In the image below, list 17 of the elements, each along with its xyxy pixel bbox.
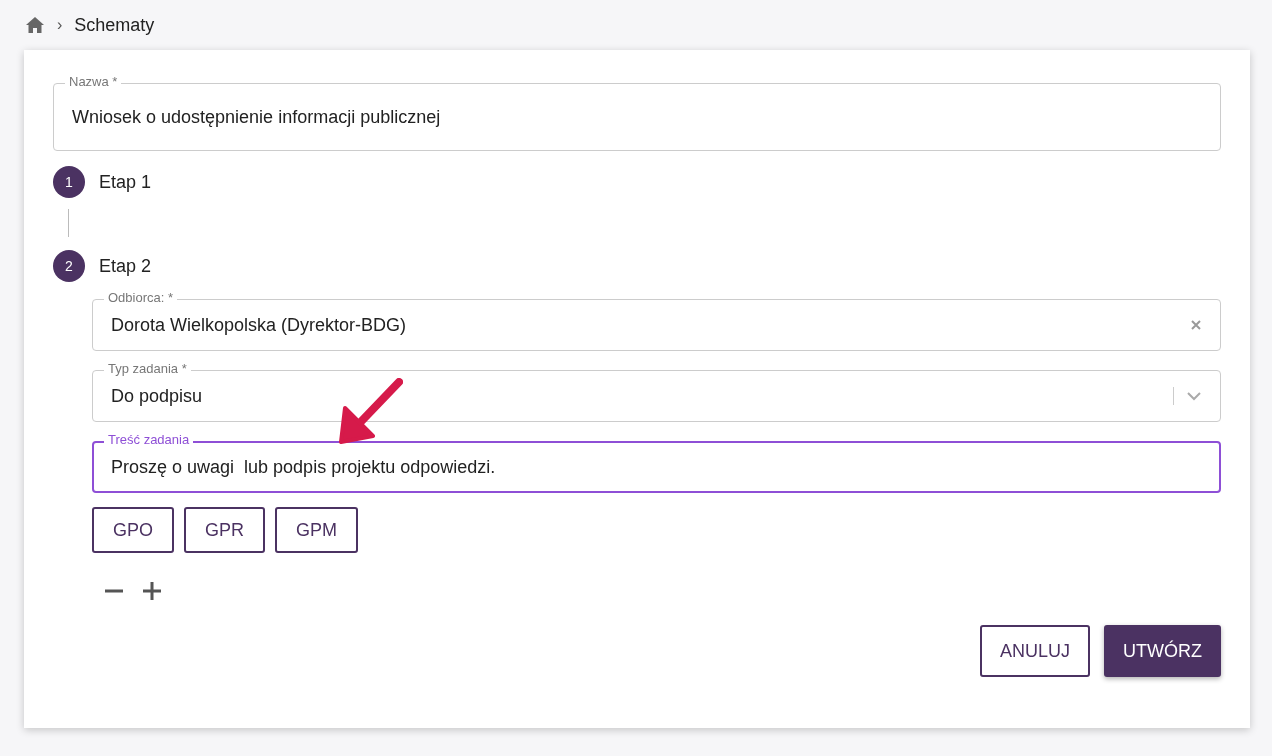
plus-icon[interactable]	[142, 581, 162, 601]
clear-icon	[1190, 319, 1202, 331]
create-button[interactable]: UTWÓRZ	[1104, 625, 1221, 677]
chevron-down-icon	[1186, 391, 1202, 401]
annotation-arrow	[339, 378, 403, 444]
tag-button[interactable]: GPR	[184, 507, 266, 553]
step-number: 1	[53, 166, 85, 198]
step-label[interactable]: Etap 2	[99, 255, 152, 277]
tag-button[interactable]: GPO	[92, 507, 174, 553]
tag-button[interactable]: GPM	[275, 507, 359, 553]
home-icon[interactable]	[25, 16, 45, 34]
breadcrumb-separator: ›	[57, 16, 63, 34]
field-label: Typ zadania *	[104, 361, 191, 377]
breadcrumb-item[interactable]: Schematy	[74, 14, 155, 36]
cancel-button[interactable]: ANULUJ	[980, 625, 1090, 677]
step-number: 2	[53, 250, 85, 282]
step-label[interactable]: Etap 1	[99, 171, 152, 193]
